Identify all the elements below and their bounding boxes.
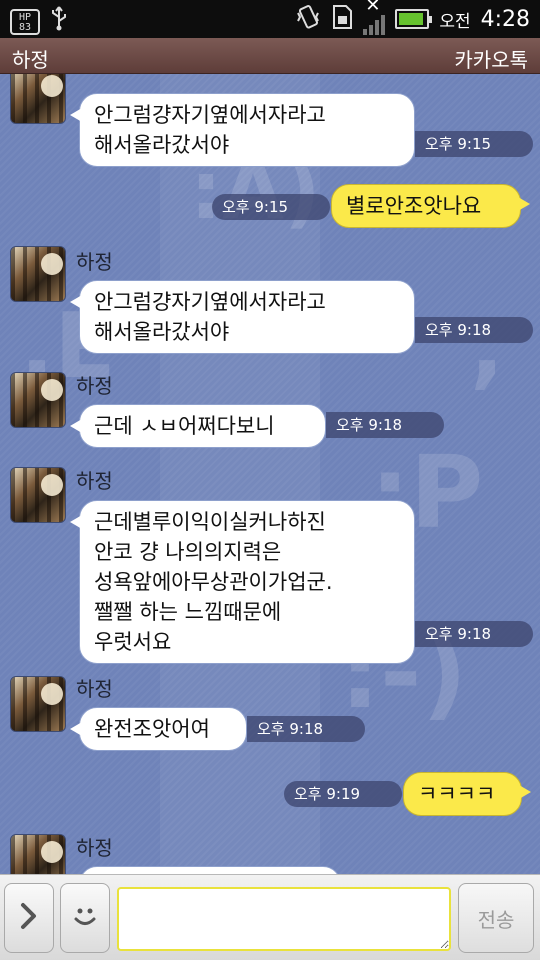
message-time: 오후 9:15 (212, 194, 330, 220)
sender-name: 하정 (76, 836, 113, 860)
smiley-icon (70, 901, 100, 935)
sim-card-icon (331, 4, 353, 34)
sender-name: 하정 (76, 374, 113, 398)
message-time: 오후 9:15 (415, 131, 533, 157)
my-message-bubble[interactable]: 별로안조앗나요 (331, 184, 530, 228)
no-signal-icon: ✕ (363, 0, 386, 35)
avatar[interactable] (10, 246, 66, 302)
message-bubble[interactable]: 근데 ㅅㅂ어쩌다보니 (70, 404, 326, 448)
message-bubble[interactable]: 안그럼걍자기옆에서자라고 해서올라갔서야 (70, 93, 415, 167)
message-bubble[interactable]: 완전조앗어여 (70, 707, 247, 751)
message-time: 오후 9:19 (284, 781, 402, 807)
sender-name: 하정 (76, 677, 113, 701)
avatar[interactable] (10, 74, 66, 124)
message-time: 오후 9:18 (415, 317, 533, 343)
status-clock: 4:28 (480, 6, 530, 32)
battery-charging-icon (395, 9, 433, 29)
message-time: 오후 9:18 (326, 412, 444, 438)
hp-badge-icon: HP 83 (10, 8, 40, 35)
chat-title-bar: 하정 카카오톡 (0, 38, 540, 74)
expand-button[interactable] (4, 883, 54, 953)
message-bubble[interactable]: 안그럼걍자기옆에서자라고 해서올라갔서야 (70, 280, 415, 354)
vibrate-icon (295, 4, 321, 34)
message-time: 오후 9:18 (247, 716, 365, 742)
avatar[interactable] (10, 372, 66, 428)
chevron-right-icon (19, 902, 39, 934)
message-bubble[interactable] (79, 866, 341, 874)
message-time: 오후 9:18 (415, 621, 533, 647)
chat-message-list[interactable]: :A) ,E , :P :-) 안그럼걍자기옆에서자라고 해서올라갔서야 오후 … (0, 74, 540, 874)
send-button[interactable]: 전송 (458, 883, 534, 953)
message-input[interactable] (117, 887, 451, 951)
message-input-bar: 전송 (0, 874, 540, 960)
avatar[interactable] (10, 834, 66, 874)
status-bar: HP 83 ✕ 오전 4:28 (0, 0, 540, 38)
app-name: 카카오톡 (454, 48, 528, 72)
emoticon-button[interactable] (60, 883, 110, 953)
my-message-bubble[interactable]: ㅋㅋㅋㅋ (403, 772, 531, 816)
background-emoticon: , (470, 294, 505, 399)
status-ampm: 오전 (439, 11, 471, 32)
sender-name: 하정 (76, 250, 113, 274)
usb-icon (50, 5, 68, 38)
message-bubble[interactable]: 근데별루이익이실커나하진 안코 걍 나의의지력은 성욕앞에아무상관이가업군. 쨀… (70, 500, 415, 664)
avatar[interactable] (10, 676, 66, 732)
contact-name: 하정 (12, 48, 49, 72)
sender-name: 하정 (76, 469, 113, 493)
avatar[interactable] (10, 467, 66, 523)
